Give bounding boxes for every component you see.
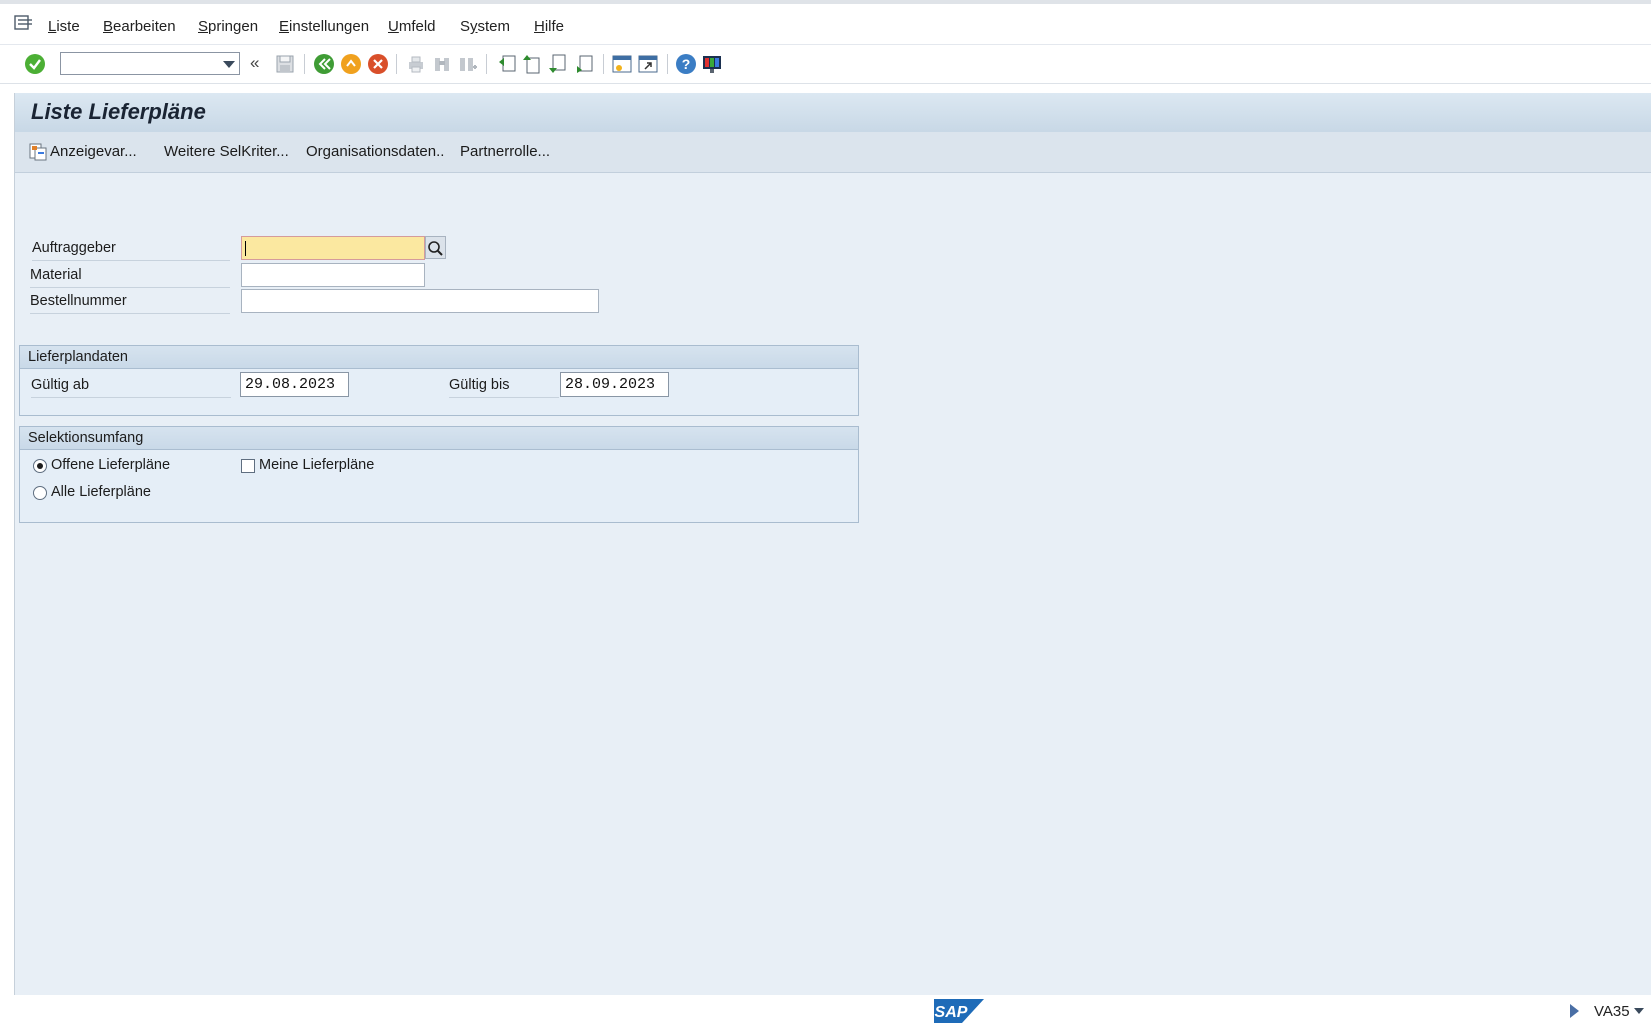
last-page-icon[interactable] (574, 53, 596, 75)
menu-item-springen[interactable]: Springen (198, 18, 258, 35)
title-bar: Liste Lieferpläne (15, 93, 1651, 133)
alle-lieferplaene-radio[interactable] (33, 486, 47, 500)
system-menu-icon[interactable] (14, 15, 34, 31)
first-page-icon[interactable] (496, 53, 518, 75)
auftraggeber-label: Auftraggeber (32, 236, 230, 261)
bestellnummer-input[interactable] (241, 289, 599, 313)
application-toolbar: Anzeigevar... Weitere SelKriter... Organ… (15, 132, 1651, 173)
help-icon[interactable]: ? (675, 53, 697, 75)
svg-text:?: ? (682, 56, 691, 72)
gueltig-bis-label: Gültig bis (449, 373, 559, 398)
meine-lieferplaene-checkbox[interactable] (241, 459, 255, 473)
print-icon[interactable] (405, 53, 427, 75)
bestellnummer-label: Bestellnummer (30, 289, 230, 314)
command-field[interactable] (60, 52, 240, 75)
page-title: Liste Lieferpläne (31, 99, 206, 124)
back-icon[interactable] (313, 53, 335, 75)
menu-item-einstellungen[interactable]: Einstellungen (279, 18, 369, 35)
create-shortcut-icon[interactable] (637, 53, 659, 75)
svg-text:SAP: SAP (935, 1004, 968, 1021)
chevron-down-icon[interactable] (1634, 1008, 1644, 1014)
selektionsumfang-header: Selektionsumfang (20, 427, 858, 450)
transaction-code: VA35 (1594, 1003, 1630, 1020)
toolbar-separator (304, 54, 305, 74)
find-icon[interactable] (431, 53, 453, 75)
menu-item-bearbeiten[interactable]: Bearbeiten (103, 18, 176, 35)
menu-item-umfeld[interactable]: Umfeld (388, 18, 436, 35)
main-screen: Liste Lieferpläne Anzeigevar... Weitere … (14, 93, 1651, 995)
menu-bar: Liste Bearbeiten Springen Einstellungen … (0, 0, 1651, 45)
status-bar: SAP VA35 (0, 995, 1651, 1029)
play-icon[interactable] (1570, 1004, 1579, 1018)
collapse-command-icon[interactable]: « (250, 53, 259, 73)
enter-icon[interactable] (24, 53, 46, 75)
anzeigevariante-button[interactable]: Anzeigevar... (50, 143, 137, 160)
gueltig-ab-label: Gültig ab (31, 373, 231, 398)
customize-layout-icon[interactable] (701, 53, 723, 75)
save-icon[interactable] (274, 53, 296, 75)
gueltig-bis-input[interactable]: 28.09.2023 (560, 372, 669, 397)
exit-icon[interactable] (340, 53, 362, 75)
toolbar-separator (486, 54, 487, 74)
toolbar-separator (396, 54, 397, 74)
alle-lieferplaene-label: Alle Lieferpläne (51, 484, 151, 500)
offene-lieferplaene-radio[interactable] (33, 459, 47, 473)
material-input[interactable] (241, 263, 425, 287)
toolbar-separator (667, 54, 668, 74)
lieferplandaten-header: Lieferplandaten (20, 346, 858, 369)
display-variant-icon[interactable] (28, 142, 48, 162)
find-next-icon[interactable] (457, 53, 479, 75)
next-page-icon[interactable] (548, 53, 570, 75)
meine-lieferplaene-label: Meine Lieferpläne (259, 457, 375, 473)
search-icon (428, 241, 443, 256)
menu-item-system[interactable]: System (460, 18, 510, 35)
offene-lieferplaene-label: Offene Lieferpläne (51, 457, 171, 473)
selektionsumfang-group: Selektionsumfang (19, 426, 859, 523)
chevron-down-icon[interactable] (223, 61, 235, 68)
cancel-icon[interactable] (367, 53, 389, 75)
gueltig-ab-input[interactable]: 29.08.2023 (240, 372, 349, 397)
partnerrolle-button[interactable]: Partnerrolle... (460, 143, 550, 160)
material-label: Material (30, 263, 230, 288)
menu-item-liste[interactable]: Liste (48, 18, 80, 35)
previous-page-icon[interactable] (522, 53, 544, 75)
new-session-icon[interactable] (611, 53, 633, 75)
menu-item-hilfe[interactable]: Hilfe (534, 18, 564, 35)
weitere-selkriterien-button[interactable]: Weitere SelKriter... (164, 143, 289, 160)
standard-toolbar: « ? (0, 45, 1651, 84)
toolbar-separator (603, 54, 604, 74)
organisationsdaten-button[interactable]: Organisationsdaten.. (306, 143, 444, 160)
sap-logo: SAP (934, 999, 984, 1023)
value-help-button[interactable] (425, 236, 446, 259)
auftraggeber-input[interactable] (241, 236, 425, 260)
